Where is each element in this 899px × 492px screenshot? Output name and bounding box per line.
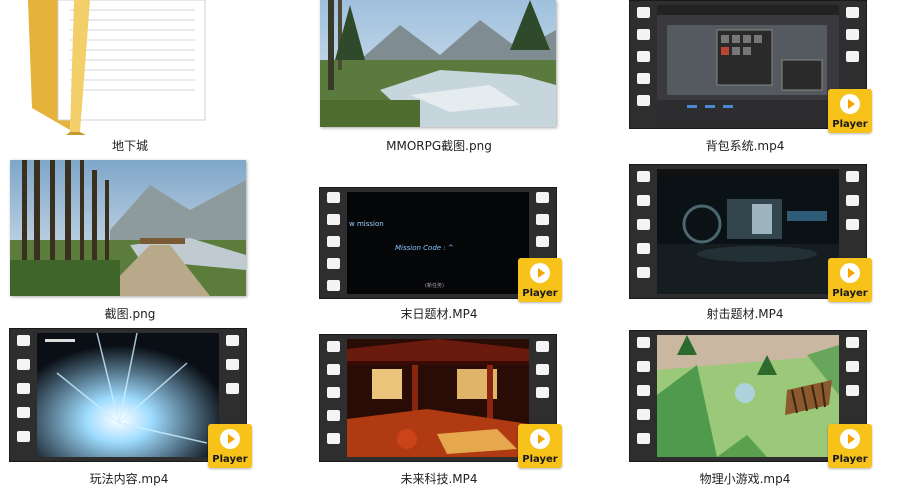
file-label: 未来科技.MP4 [400,472,478,486]
play-icon [840,263,860,283]
image-thumbnail [320,0,556,127]
mission-subtitle: (新任务) [425,283,444,289]
file-item-folder-dungeon[interactable]: 地下城 [0,0,260,155]
file-label: 背包系统.mp4 [705,139,785,153]
file-label: 射击题材.MP4 [706,307,784,321]
play-icon [530,429,550,449]
image-thumbnail [10,160,246,296]
file-item-physics-game-video[interactable]: Player 物理小游戏.mp4 [600,328,899,492]
file-label: 截图.png [104,307,156,321]
player-badge: Player [828,424,872,468]
file-label: 物理小游戏.mp4 [699,472,791,486]
file-label: MMORPG截图.png [386,139,492,153]
file-item-gameplay-video[interactable]: Player 玩法内容.mp4 [0,328,260,492]
player-badge: Player [828,89,872,133]
player-badge: Player [828,258,872,302]
player-badge: Player [208,424,252,468]
mission-title: w mission [349,220,384,228]
play-icon [530,263,550,283]
file-item-future-tech-video[interactable]: Player 未来科技.MP4 [300,328,580,492]
file-label: 玩法内容.mp4 [89,472,169,486]
file-item-shooter-video[interactable]: Player 射击题材.MP4 [600,160,899,325]
player-badge: Player [518,424,562,468]
play-icon [840,429,860,449]
player-badge: Player [518,258,562,302]
file-label: 末日题材.MP4 [400,307,478,321]
play-icon [840,94,860,114]
folder-icon [28,0,206,135]
file-label: 地下城 [111,139,148,153]
file-item-screenshot[interactable]: 截图.png [0,160,260,325]
file-item-apocalypse-video[interactable]: w mission Mission Code : ^ (新任务) Player … [300,160,580,325]
play-icon [220,429,240,449]
file-item-mmorpg-screenshot[interactable]: MMORPG截图.png [300,0,580,155]
file-item-inventory-video[interactable]: Player 背包系统.mp4 [600,0,899,155]
mission-code: Mission Code : ^ [395,244,454,252]
